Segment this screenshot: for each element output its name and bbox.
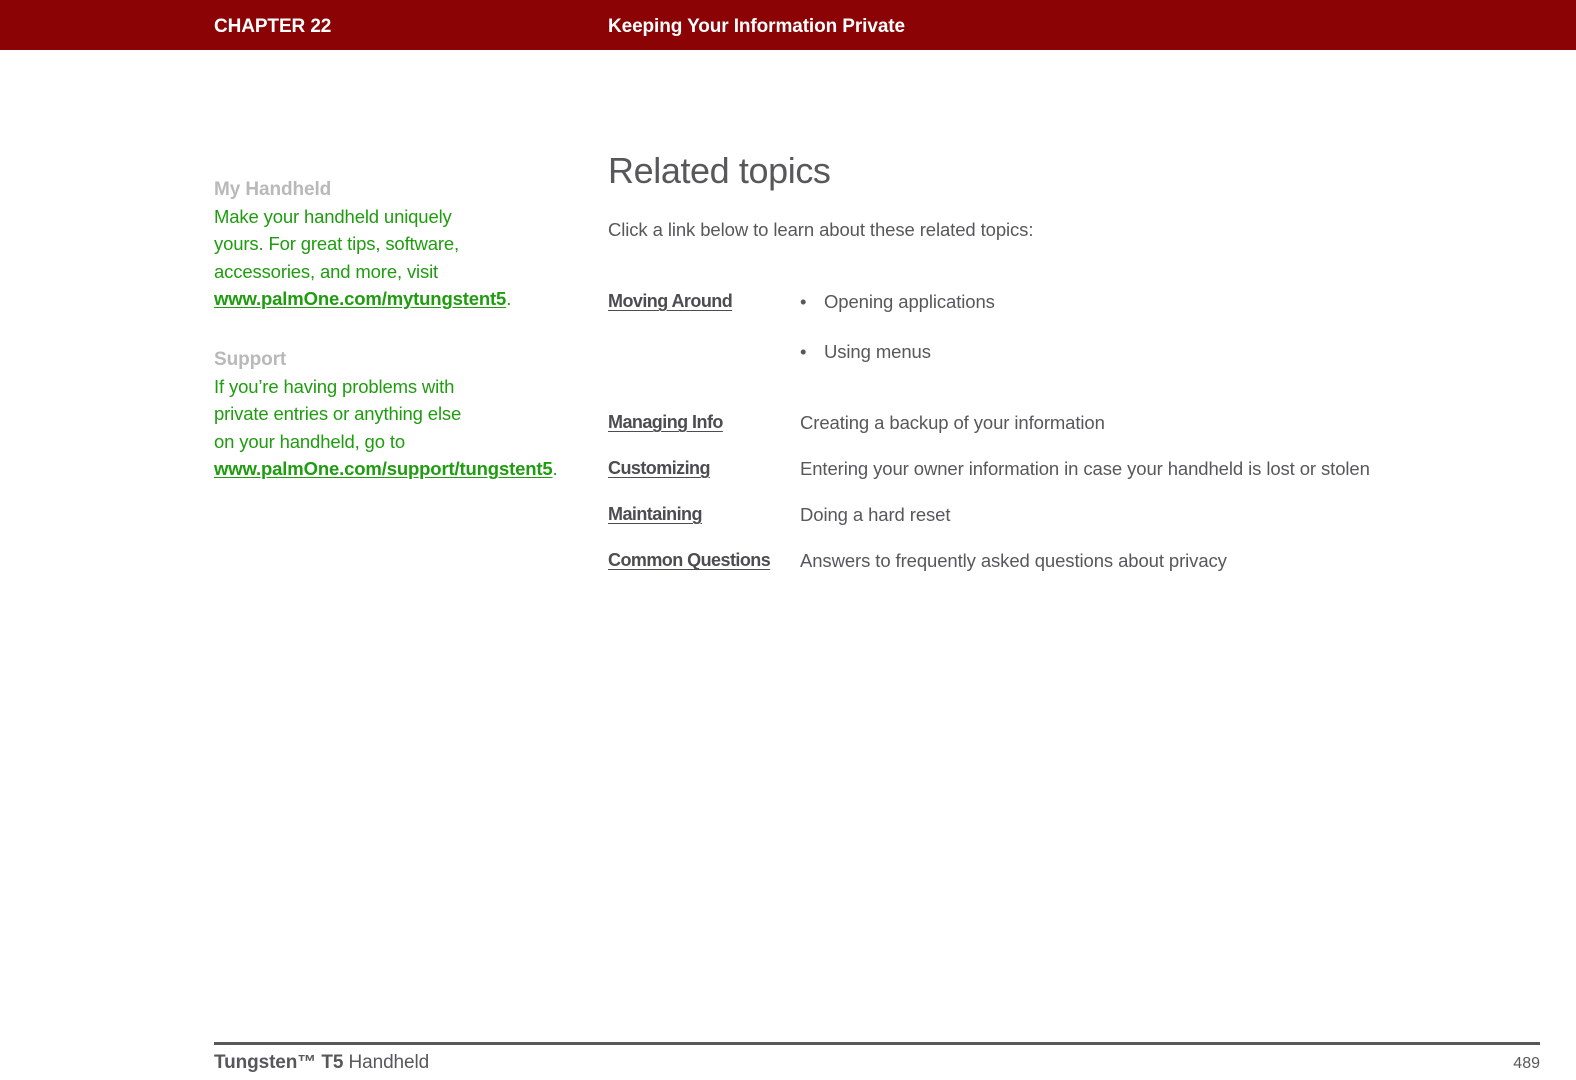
topic-link-common-questions[interactable]: Common Questions — [608, 550, 771, 570]
chapter-number: CHAPTER 22 — [214, 16, 332, 37]
table-row: Maintaining Doing a hard reset — [608, 502, 1538, 527]
topic-link-cell: Customizing — [608, 456, 800, 481]
sidebar-body-text-my-handheld: Make your handheld uniquely yours. For g… — [214, 206, 460, 282]
footer-product-rest: Handheld — [343, 1052, 430, 1073]
topic-detail-cell: Entering your owner information in case … — [800, 456, 1538, 481]
related-topics-table: Moving Around • Opening applications • Usi… — [608, 289, 1538, 573]
spacer-cell — [608, 527, 1538, 548]
sidebar-block-support: Support If you’re having problems with p… — [214, 346, 558, 482]
topic-detail-cell: Doing a hard reset — [800, 502, 1538, 527]
chapter-header-bar: CHAPTER 22 Keeping Your Information Priv… — [0, 0, 1576, 50]
topic-link-cell: Maintaining — [608, 502, 800, 527]
sidebar-body-period-support: . — [552, 458, 558, 480]
topic-link-customizing[interactable]: Customizing — [608, 458, 711, 478]
table-row: Common Questions Answers to frequently a… — [608, 548, 1538, 573]
spacer-cell — [608, 481, 1538, 502]
topic-bullet-list: • Opening applications • Using menus — [800, 289, 1538, 364]
spacer-cell — [608, 364, 1538, 410]
row-spacer — [608, 481, 1538, 502]
topic-detail-cell: Creating a backup of your information — [800, 410, 1538, 435]
intro-text: Click a link below to learn about these … — [608, 219, 1034, 241]
sidebar-link-my-handheld[interactable]: www.palmOne.com/mytungstent5 — [214, 288, 506, 309]
topic-link-cell: Managing Info — [608, 410, 800, 435]
topic-link-maintaining[interactable]: Maintaining — [608, 504, 703, 524]
topic-link-cell: Moving Around — [608, 289, 800, 364]
bullet-icon: • — [800, 291, 807, 313]
topic-link-cell: Common Questions — [608, 548, 800, 573]
sidebar-body-period-my-handheld: . — [506, 287, 512, 309]
table-row: Moving Around • Opening applications • Usi… — [608, 289, 1538, 364]
sidebar-link-support[interactable]: www.palmOne.com/support/tungstent5 — [214, 458, 553, 479]
page-title: Related topics — [608, 150, 831, 192]
sidebar-heading-my-handheld: My Handheld — [214, 179, 332, 200]
topic-description: Doing a hard reset — [800, 504, 951, 526]
table-row: Customizing Entering your owner informat… — [608, 456, 1538, 481]
row-spacer — [608, 364, 1538, 410]
sidebar-body-my-handheld: Make your handheld uniquely yours. For g… — [214, 203, 511, 312]
footer-product-bold: Tungsten™ T5 — [214, 1052, 344, 1073]
list-item-label: Opening applications — [824, 291, 995, 313]
topic-detail-cell: Answers to frequently asked questions ab… — [800, 548, 1538, 573]
list-item-label: Using menus — [824, 341, 931, 363]
footer-divider — [214, 1042, 1540, 1045]
sidebar-body-support: If you’re having problems with private e… — [214, 373, 558, 482]
topic-link-moving-around[interactable]: Moving Around — [608, 291, 733, 311]
sidebar: My Handheld Make your handheld uniquely … — [214, 176, 558, 512]
main-content: Related topics Click a link below to lea… — [608, 125, 1538, 573]
topic-description: Entering your owner information in case … — [800, 458, 1370, 480]
sidebar-block-my-handheld: My Handheld Make your handheld uniquely … — [214, 176, 511, 312]
bullet-icon: • — [800, 341, 807, 363]
list-item: • Opening applications — [800, 289, 1538, 314]
topic-description: Answers to frequently asked questions ab… — [800, 550, 1227, 572]
table-row: Managing Info Creating a backup of your … — [608, 410, 1538, 435]
row-spacer — [608, 435, 1538, 456]
footer-product-name: Tungsten™ T5 Handheld — [214, 1052, 429, 1074]
page-number: 489 — [1513, 1055, 1540, 1072]
topic-link-managing-info[interactable]: Managing Info — [608, 412, 723, 432]
chapter-title: Keeping Your Information Private — [608, 16, 905, 37]
spacer-cell — [608, 435, 1538, 456]
sidebar-body-text-support: If you’re having problems with private e… — [214, 376, 462, 452]
list-item: • Using menus — [800, 339, 1538, 364]
sidebar-heading-support: Support — [214, 349, 287, 371]
topic-description: Creating a backup of your information — [800, 412, 1105, 434]
row-spacer — [608, 527, 1538, 548]
topic-detail-cell: • Opening applications • Using menus — [800, 289, 1538, 364]
